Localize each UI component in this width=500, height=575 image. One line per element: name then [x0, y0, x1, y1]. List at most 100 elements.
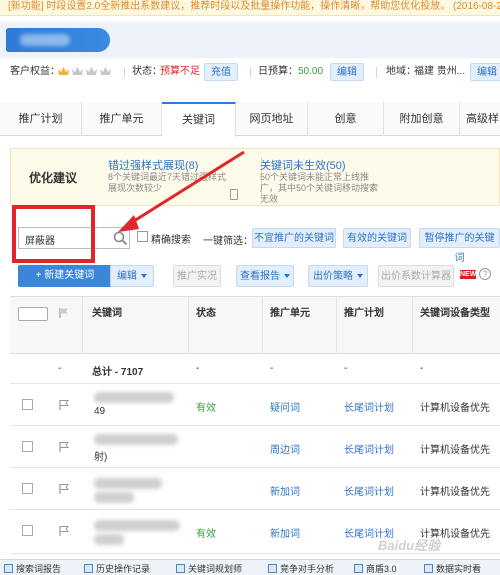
select-all-dropdown[interactable]: [18, 307, 48, 321]
total-plan: -: [344, 363, 348, 374]
header-keyword[interactable]: 关键词: [92, 307, 122, 320]
table-header: 关键词 状态 推广单元 推广计划 关键词设备类型: [10, 296, 500, 355]
filter-valid-button[interactable]: 有效的关键词: [343, 228, 411, 248]
promo-status-button[interactable]: 推广实况: [173, 265, 221, 287]
total-keyword: 总计 - 7107: [92, 367, 144, 378]
filter-unsuitable-button[interactable]: 不宜推广的关键词: [252, 228, 336, 248]
crown-icon[interactable]: [58, 66, 69, 76]
column-divider: [336, 297, 337, 355]
bottom-item-search-report[interactable]: 搜索词报告: [4, 562, 61, 575]
header-status[interactable]: 状态: [196, 307, 216, 320]
table-row[interactable]: 射) 周边词 长尾词计划 计算机设备优先: [10, 426, 500, 468]
bottom-item-competitor[interactable]: 竞争对手分析: [268, 562, 334, 575]
row-checkbox[interactable]: [22, 399, 33, 410]
tab-keywords[interactable]: 关键词: [162, 102, 236, 137]
report-icon: [4, 564, 13, 573]
region-edit-button[interactable]: 编辑: [470, 63, 500, 81]
total-dash: -: [58, 363, 62, 374]
keyword-text[interactable]: 射): [94, 448, 107, 463]
tab-bar: 推广计划 推广单元 关键词 网页地址 创意 附加创意 高级样: [0, 102, 500, 137]
daily-budget-value: 50.00: [298, 66, 324, 77]
shield-icon: [354, 564, 363, 573]
keyword-blurred: [94, 392, 174, 403]
flag-icon[interactable]: [58, 441, 70, 453]
status-value: 预算不足: [160, 66, 200, 77]
row-checkbox[interactable]: [22, 483, 33, 494]
bid-calculator-button[interactable]: 出价系数计算器: [378, 265, 454, 287]
tab-adgroup[interactable]: 推广单元: [82, 102, 162, 136]
campaign-link[interactable]: 长尾词计划: [344, 399, 394, 414]
flag-icon[interactable]: [58, 307, 70, 319]
flag-icon[interactable]: [58, 483, 70, 495]
table-row[interactable]: 49 有效 疑问词 长尾词计划 计算机设备优先: [10, 384, 500, 426]
tab-urls[interactable]: 网页地址: [236, 102, 308, 136]
notice-banner[interactable]: [新功能] 时段设置2.0全新推出系数建议，推荐时段以及批量操作功能，操作清晰，…: [0, 0, 500, 16]
bottom-item-label: 竞争对手分析: [280, 564, 335, 574]
flag-icon[interactable]: [58, 525, 70, 537]
tab-advanced[interactable]: 高级样: [460, 102, 500, 136]
status-label: 状态：: [132, 66, 162, 77]
campaign-link[interactable]: 长尾词计划: [344, 441, 394, 456]
view-report-dropdown-button[interactable]: 查看报告: [236, 265, 294, 287]
total-unit: -: [270, 363, 274, 374]
adgroup-link[interactable]: 新加词: [270, 483, 300, 498]
bottom-item-history[interactable]: 历史操作记录: [84, 562, 150, 575]
crown-icon[interactable]: [72, 66, 83, 76]
total-device: -: [420, 363, 424, 374]
bottom-item-label: 商盾3.0: [366, 564, 397, 574]
help-icon[interactable]: ?: [479, 268, 491, 280]
region-value: 福建 贵州...: [414, 66, 466, 77]
flag-icon[interactable]: [58, 399, 70, 411]
header-adgroup[interactable]: 推广单元: [270, 307, 310, 320]
filter-paused-button[interactable]: 暂停推广的关键词: [419, 228, 500, 264]
keyword-status: 有效: [196, 529, 216, 540]
divider: [250, 67, 251, 78]
watermark: Baidu经验: [378, 538, 441, 553]
bottom-item-shield[interactable]: 商盾3.0: [354, 562, 397, 575]
crown-icon[interactable]: [100, 66, 111, 76]
column-divider: [188, 297, 189, 355]
quick-filter-label: 一键筛选：: [203, 236, 253, 247]
keyword-text[interactable]: 49: [94, 406, 105, 417]
chevron-down-icon: [357, 274, 363, 278]
tab-creative[interactable]: 创意: [308, 102, 384, 136]
edit-dropdown-button[interactable]: 编辑: [110, 265, 154, 287]
keyword-blurred: [94, 534, 124, 545]
bottom-item-realtime[interactable]: 数据实时看: [424, 562, 481, 575]
new-keyword-button[interactable]: + 新建关键词: [18, 265, 112, 287]
bottom-item-label: 关键词规划师: [188, 564, 243, 574]
crown-icon[interactable]: [86, 66, 97, 76]
keyword-blurred: [94, 520, 180, 531]
suggestion-description: 50个关键词未能正常上线推广，其中50个关键词移动搜索无效: [260, 172, 379, 204]
history-icon: [84, 564, 93, 573]
keyword-blurred: [94, 492, 134, 503]
divider: [376, 67, 377, 78]
budget-edit-button[interactable]: 编辑: [330, 63, 364, 81]
tab-extensions[interactable]: 附加创意: [384, 102, 460, 136]
daily-budget-label: 日预算：: [258, 66, 298, 77]
header-device-type[interactable]: 关键词设备类型: [420, 307, 496, 320]
tab-campaign[interactable]: 推广计划: [0, 102, 82, 136]
search-icon[interactable]: [113, 231, 128, 246]
row-checkbox[interactable]: [22, 441, 33, 452]
adgroup-link[interactable]: 疑问词: [270, 399, 300, 414]
campaign-link[interactable]: 长尾词计划: [344, 483, 394, 498]
header-campaign[interactable]: 推广计划: [344, 307, 384, 320]
keyword-blurred: [94, 478, 162, 489]
customer-rights-label: 客户权益：: [10, 66, 60, 77]
adgroup-link[interactable]: 新加词: [270, 525, 300, 540]
suggestions-title: 优化建议: [29, 171, 78, 185]
bottom-item-keyword-planner[interactable]: 关键词规划师: [176, 562, 242, 575]
suggestion-description: 8个关键词最近7天错过强样式展现次数较少: [108, 172, 227, 193]
row-checkbox[interactable]: [22, 525, 33, 536]
total-status: -: [196, 363, 200, 374]
adgroup-link[interactable]: 周边词: [270, 441, 300, 456]
suggestion-link[interactable]: 错过强样式展现(8): [108, 157, 198, 173]
suggestion-link[interactable]: 关键词未生效(50): [260, 157, 346, 173]
bid-strategy-dropdown-button[interactable]: 出价策略: [308, 265, 368, 287]
column-divider: [82, 297, 83, 355]
table-row[interactable]: 新加词 长尾词计划 计算机设备优先: [10, 468, 500, 510]
recharge-button[interactable]: 充值: [204, 63, 238, 81]
exact-search-checkbox[interactable]: [137, 231, 148, 242]
view-report-label: 查看报告: [240, 271, 280, 282]
